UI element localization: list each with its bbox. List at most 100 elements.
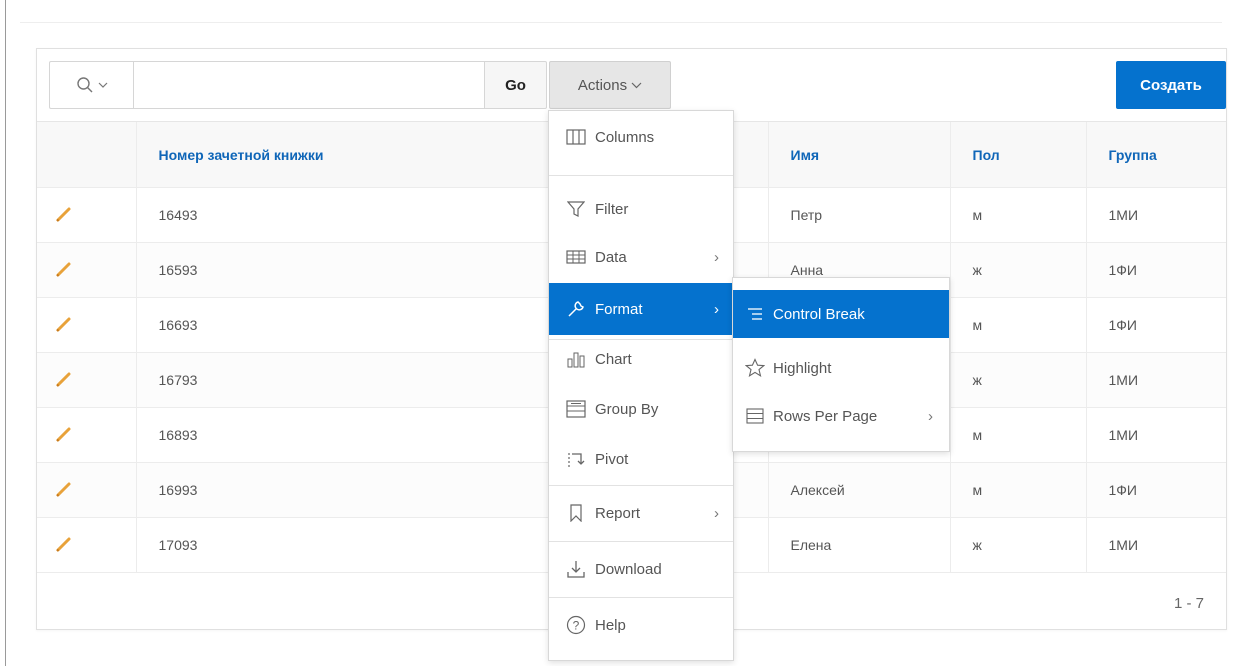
download-icon <box>565 558 587 580</box>
cell-sex: м <box>949 187 1086 243</box>
columns-icon <box>565 126 587 148</box>
menu-item-label: Data <box>595 248 627 266</box>
search-input[interactable] <box>133 61 485 109</box>
cell-name: Алексей <box>767 462 950 518</box>
wrench-icon <box>565 298 587 320</box>
pencil-icon[interactable] <box>53 368 75 390</box>
chevron-right-icon: › <box>714 300 719 318</box>
chevron-right-icon: › <box>714 248 719 266</box>
menu-item-chart[interactable]: Chart <box>549 333 733 385</box>
chevron-down-icon <box>98 82 107 88</box>
menu-item-help[interactable]: ? Help <box>549 599 733 651</box>
cell-group: 1МИ <box>1085 517 1226 573</box>
menu-item-label: Download <box>595 560 662 578</box>
edit-column-header <box>37 121 136 188</box>
cell-number: 16893 <box>135 407 560 463</box>
cell-name: Елена <box>767 517 950 573</box>
go-button[interactable]: Go <box>485 61 547 109</box>
cell-group: 1ФИ <box>1085 297 1226 353</box>
search-icon <box>76 77 92 93</box>
column-header-group[interactable]: Группа <box>1085 121 1226 188</box>
star-icon <box>745 358 765 378</box>
menu-item-label: Pivot <box>595 450 629 468</box>
submenu-item-control-break[interactable]: Control Break <box>733 290 949 338</box>
cell-sex: м <box>949 462 1086 518</box>
help-icon: ? <box>565 614 587 636</box>
edit-cell[interactable] <box>37 517 136 573</box>
column-header-sex[interactable]: Пол <box>949 121 1086 188</box>
cell-number: 16693 <box>135 297 560 353</box>
menu-item-label: Help <box>595 616 626 634</box>
table-icon <box>565 246 587 268</box>
menu-item-filter[interactable]: Filter <box>549 183 733 235</box>
edit-cell[interactable] <box>37 352 136 408</box>
edit-cell[interactable] <box>37 242 136 298</box>
menu-item-format[interactable]: Format › <box>549 283 733 335</box>
cell-group: 1ФИ <box>1085 242 1226 298</box>
column-header-name[interactable]: Имя <box>767 121 950 188</box>
cell-sex: ж <box>949 352 1086 408</box>
pagination-info: 1 - 7 <box>1173 595 1204 612</box>
submenu-item-highlight[interactable]: Highlight <box>733 344 949 392</box>
pencil-icon[interactable] <box>53 478 75 500</box>
format-submenu: Control Break Highlight Rows Per Page › <box>732 277 950 452</box>
pencil-icon[interactable] <box>53 533 75 555</box>
bar-chart-icon <box>565 348 587 370</box>
menu-item-label: Report <box>595 504 641 522</box>
cell-name: Петр <box>767 187 950 243</box>
rows-icon <box>745 406 765 426</box>
chevron-right-icon: › <box>714 504 719 522</box>
cell-group: 1МИ <box>1085 352 1226 408</box>
actions-label: Actions <box>577 76 628 94</box>
pencil-icon[interactable] <box>53 313 75 335</box>
pivot-icon <box>565 448 587 470</box>
cell-sex: м <box>949 297 1086 353</box>
bookmark-icon <box>565 502 587 524</box>
search-bar: Go <box>49 61 547 109</box>
chevron-down-icon <box>631 82 642 89</box>
cell-group: 1МИ <box>1085 187 1226 243</box>
control-break-icon <box>745 304 765 324</box>
pencil-icon[interactable] <box>53 423 75 445</box>
top-divider <box>20 22 1222 23</box>
submenu-item-label: Control Break <box>773 305 865 323</box>
menu-item-data[interactable]: Data › <box>549 231 733 283</box>
filter-icon <box>565 198 587 220</box>
menu-divider <box>549 541 733 542</box>
pencil-icon[interactable] <box>53 203 75 225</box>
cell-number: 16793 <box>135 352 560 408</box>
submenu-item-rows-per-page[interactable]: Rows Per Page › <box>733 392 949 440</box>
submenu-item-label: Highlight <box>773 359 832 377</box>
cell-number: 16493 <box>135 187 560 243</box>
menu-divider <box>549 597 733 598</box>
cell-group: 1МИ <box>1085 407 1226 463</box>
actions-menu: Columns Filter Data › Format › Chart Gro… <box>548 110 734 661</box>
menu-item-label: Filter <box>595 200 629 218</box>
cell-number: 17093 <box>135 517 560 573</box>
menu-item-group-by[interactable]: Group By <box>549 383 733 435</box>
search-column-button[interactable] <box>49 61 133 109</box>
cell-number: 16993 <box>135 462 560 518</box>
menu-item-pivot[interactable]: Pivot <box>549 433 733 485</box>
actions-button[interactable]: Actions <box>549 61 671 109</box>
svg-text:?: ? <box>573 619 580 633</box>
cell-sex: м <box>949 407 1086 463</box>
menu-item-report[interactable]: Report › <box>549 487 733 539</box>
menu-item-columns[interactable]: Columns <box>549 111 733 163</box>
menu-item-download[interactable]: Download <box>549 543 733 595</box>
left-border <box>5 0 6 666</box>
cell-sex: ж <box>949 242 1086 298</box>
cell-group: 1ФИ <box>1085 462 1226 518</box>
cell-number: 16593 <box>135 242 560 298</box>
create-button[interactable]: Создать <box>1116 61 1226 109</box>
edit-cell[interactable] <box>37 187 136 243</box>
pencil-icon[interactable] <box>53 258 75 280</box>
menu-item-label: Format <box>595 300 643 318</box>
edit-cell[interactable] <box>37 407 136 463</box>
edit-cell[interactable] <box>37 297 136 353</box>
menu-divider <box>549 175 733 176</box>
edit-cell[interactable] <box>37 462 136 518</box>
cell-sex: ж <box>949 517 1086 573</box>
menu-item-label: Group By <box>595 400 659 418</box>
column-header-number[interactable]: Номер зачетной книжки <box>135 121 560 188</box>
